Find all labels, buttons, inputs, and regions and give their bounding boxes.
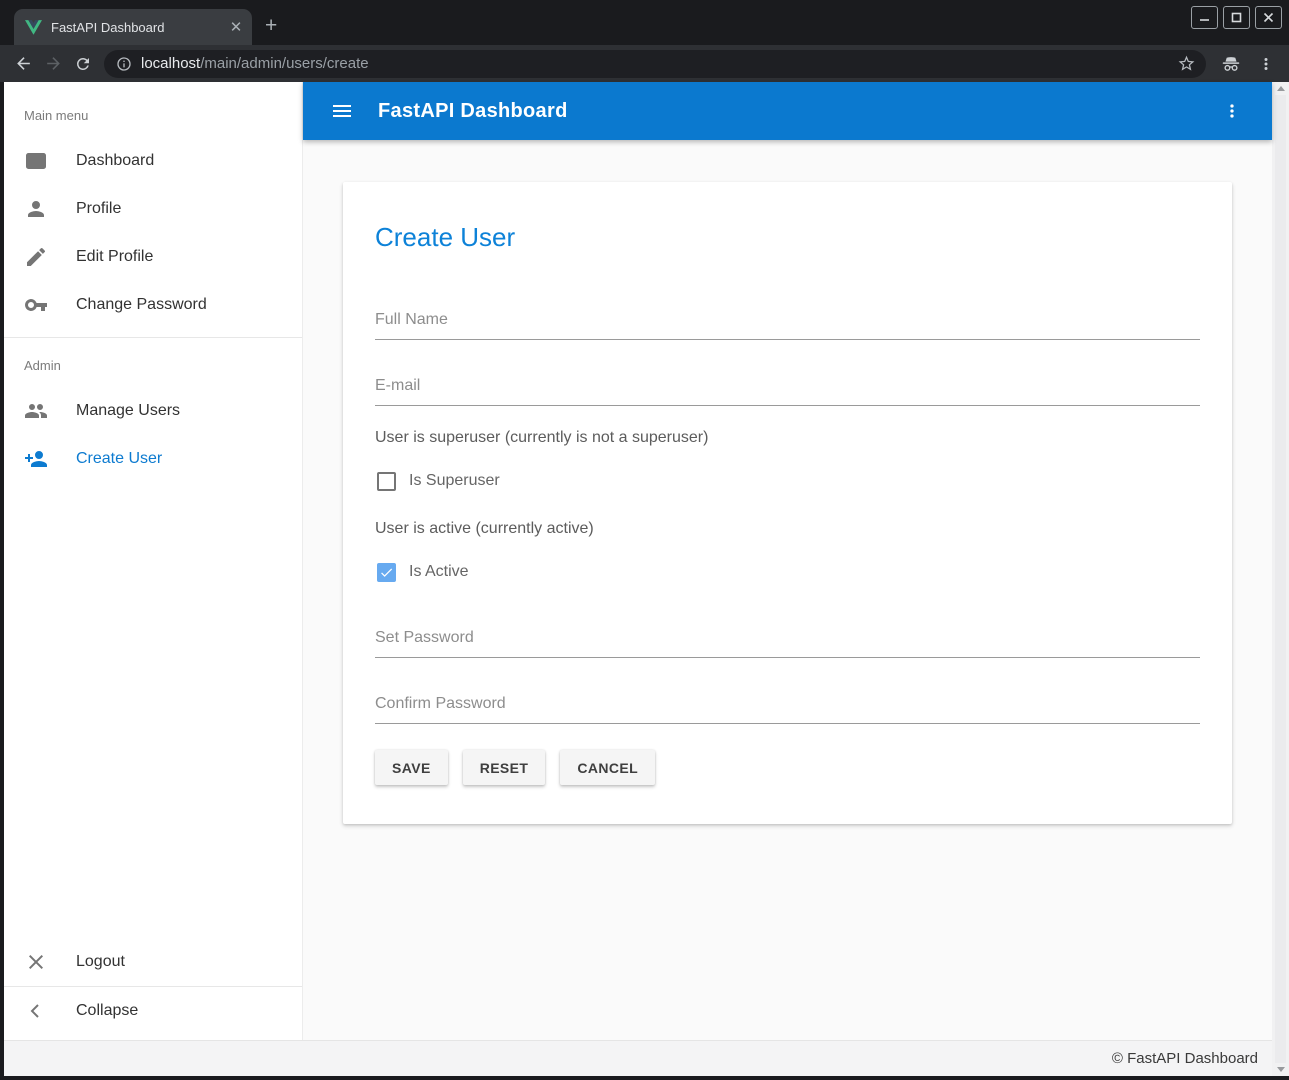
reload-button[interactable] <box>68 49 98 79</box>
sidebar-item-label: Manage Users <box>76 402 180 420</box>
hamburger-menu-button[interactable] <box>328 97 356 125</box>
main-area: FastAPI Dashboard Create User User is su… <box>303 82 1272 1040</box>
sidebar-item-edit-profile[interactable]: Edit Profile <box>4 233 302 281</box>
app-title: FastAPI Dashboard <box>378 100 568 123</box>
vertical-scrollbar[interactable] <box>1272 82 1289 1076</box>
checkmark-icon <box>379 565 394 580</box>
incognito-indicator <box>1216 49 1246 79</box>
close-x-icon <box>24 950 48 974</box>
back-button[interactable] <box>8 49 38 79</box>
window-controls <box>1191 6 1282 29</box>
bookmark-button[interactable] <box>1174 52 1198 76</box>
is-active-checkbox-row[interactable]: Is Active <box>375 560 1200 584</box>
form-actions: SAVE RESET CANCEL <box>375 750 1200 785</box>
close-window-button[interactable] <box>1255 6 1282 29</box>
dashboard-icon <box>24 149 48 173</box>
minimize-button[interactable] <box>1191 6 1218 29</box>
person-add-icon <box>24 447 48 471</box>
tab-close-icon[interactable]: ✕ <box>226 17 246 37</box>
chevron-left-icon <box>24 999 48 1023</box>
sidebar-item-create-user[interactable]: Create User <box>4 435 302 483</box>
full-name-field[interactable] <box>375 310 1200 340</box>
is-superuser-checkbox[interactable] <box>377 472 396 491</box>
site-info-icon[interactable] <box>116 56 132 72</box>
app-menu-button[interactable] <box>1218 97 1246 125</box>
sidebar-spacer <box>4 483 302 938</box>
sidebar-item-label: Collapse <box>76 1002 138 1020</box>
tab-title: FastAPI Dashboard <box>51 20 217 35</box>
email-field[interactable] <box>375 376 1200 406</box>
app-bar: FastAPI Dashboard <box>303 82 1272 140</box>
browser-menu-button[interactable] <box>1252 50 1280 78</box>
maximize-button[interactable] <box>1223 6 1250 29</box>
new-tab-button[interactable]: + <box>265 16 277 36</box>
bookmark-star-icon <box>1177 54 1196 73</box>
sidebar: Main menu Dashboard Profile Edit Profile <box>4 82 303 1040</box>
is-active-checkbox[interactable] <box>377 563 396 582</box>
page-footer: © FastAPI Dashboard <box>4 1040 1272 1076</box>
hamburger-icon <box>330 99 354 123</box>
sidebar-item-logout[interactable]: Logout <box>4 938 302 986</box>
reset-button[interactable]: RESET <box>463 750 546 785</box>
forward-icon <box>44 54 63 73</box>
tab-strip: FastAPI Dashboard ✕ + <box>0 0 1289 45</box>
browser-window: FastAPI Dashboard ✕ + local <box>0 0 1289 1080</box>
browser-menu-kebab-icon <box>1257 55 1275 73</box>
active-hint: User is active (currently active) <box>375 519 1200 538</box>
app-menu-kebab-icon <box>1222 101 1242 121</box>
close-icon <box>1263 12 1274 23</box>
url-text: localhost/main/admin/users/create <box>141 55 1165 72</box>
pencil-icon <box>24 245 48 269</box>
sidebar-item-label: Dashboard <box>76 152 154 170</box>
checkbox-label: Is Active <box>409 563 469 581</box>
browser-tab[interactable]: FastAPI Dashboard ✕ <box>14 9 252 45</box>
sidebar-item-label: Edit Profile <box>76 248 153 266</box>
people-icon <box>24 399 48 423</box>
incognito-icon <box>1220 53 1242 75</box>
sidebar-divider <box>4 337 302 338</box>
sidebar-item-manage-users[interactable]: Manage Users <box>4 387 302 435</box>
key-icon <box>24 293 48 317</box>
cancel-button[interactable]: CANCEL <box>560 750 655 785</box>
create-user-card: Create User User is superuser (currently… <box>343 182 1232 824</box>
back-icon <box>14 54 33 73</box>
sidebar-item-profile[interactable]: Profile <box>4 185 302 233</box>
confirm-password-field[interactable] <box>375 694 1200 724</box>
sidebar-item-label: Change Password <box>76 296 207 314</box>
sidebar-item-label: Create User <box>76 450 162 468</box>
sidebar-section-header-main: Main menu <box>4 82 302 137</box>
save-button[interactable]: SAVE <box>375 750 448 785</box>
scrollbar-up-icon[interactable] <box>1277 86 1285 91</box>
sidebar-item-change-password[interactable]: Change Password <box>4 281 302 329</box>
set-password-field[interactable] <box>375 628 1200 658</box>
browser-toolbar: localhost/main/admin/users/create <box>0 45 1289 82</box>
sidebar-item-label: Logout <box>76 953 125 971</box>
sidebar-item-label: Profile <box>76 200 121 218</box>
scrollbar-down-icon[interactable] <box>1277 1067 1285 1072</box>
address-bar[interactable]: localhost/main/admin/users/create <box>104 50 1206 78</box>
vue-favicon-icon <box>25 20 42 35</box>
sidebar-section-header-admin: Admin <box>4 346 302 387</box>
url-path: /main/admin/users/create <box>200 55 368 72</box>
maximize-icon <box>1231 12 1242 23</box>
is-superuser-checkbox-row[interactable]: Is Superuser <box>375 469 1200 493</box>
checkbox-label: Is Superuser <box>409 472 500 490</box>
sidebar-item-dashboard[interactable]: Dashboard <box>4 137 302 185</box>
forward-button[interactable] <box>38 49 68 79</box>
minimize-icon <box>1199 12 1210 23</box>
copyright-text: © FastAPI Dashboard <box>1112 1050 1258 1067</box>
page-body: Main menu Dashboard Profile Edit Profile <box>0 82 1289 1080</box>
scrollbar-thumb[interactable] <box>1275 95 1286 1063</box>
url-host: localhost <box>141 55 200 72</box>
person-icon <box>24 197 48 221</box>
sidebar-item-collapse[interactable]: Collapse <box>4 987 302 1035</box>
superuser-hint: User is superuser (currently is not a su… <box>375 428 1200 447</box>
reload-icon <box>74 55 92 73</box>
sidebar-bottom: Logout Collapse <box>4 938 302 1040</box>
page-title: Create User <box>375 182 1200 252</box>
page-content: Create User User is superuser (currently… <box>303 140 1272 1040</box>
